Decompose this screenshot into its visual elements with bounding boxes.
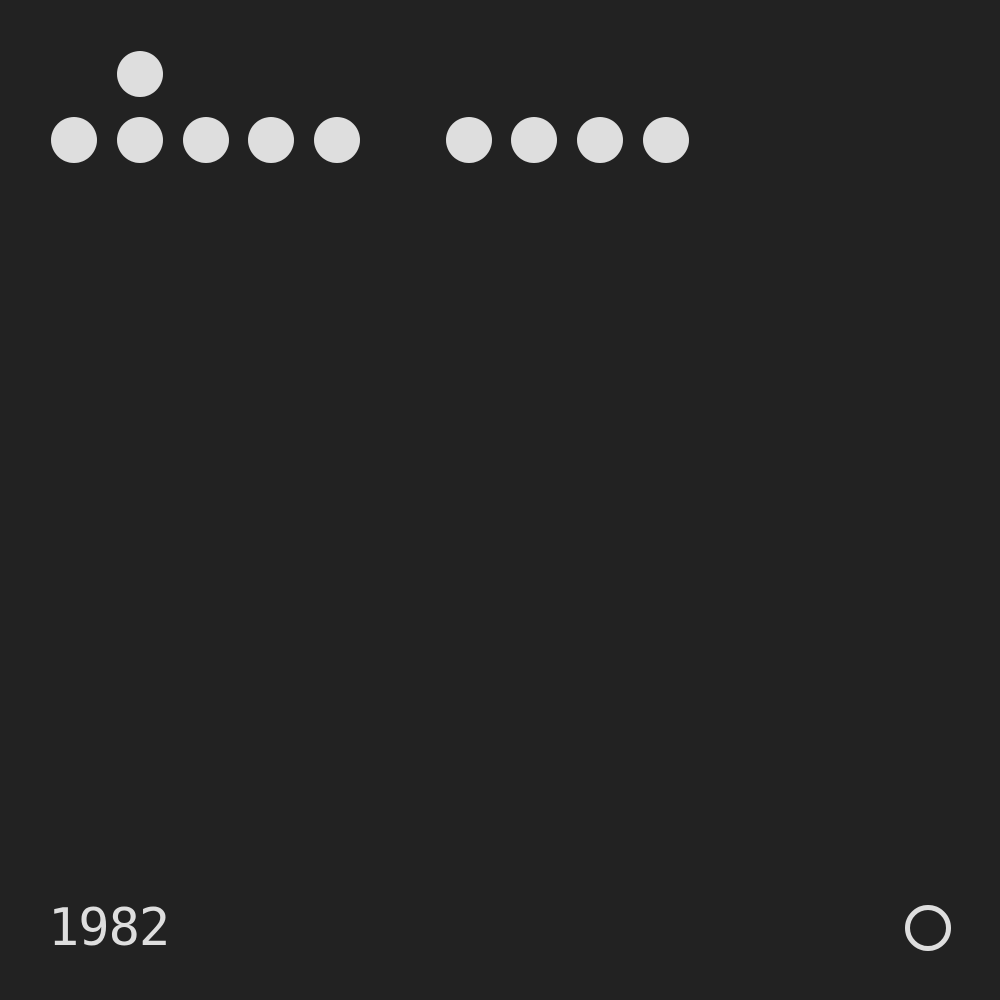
dot [51,117,97,163]
ring-icon [905,905,951,951]
dot [248,117,294,163]
raised-dot [117,51,163,97]
dot [643,117,689,163]
year-label: 1982 [48,898,170,958]
poster-canvas: 1982 [0,0,1000,1000]
dot [511,117,557,163]
dot [577,117,623,163]
dot [314,117,360,163]
dot [446,117,492,163]
dot [183,117,229,163]
dot [117,117,163,163]
